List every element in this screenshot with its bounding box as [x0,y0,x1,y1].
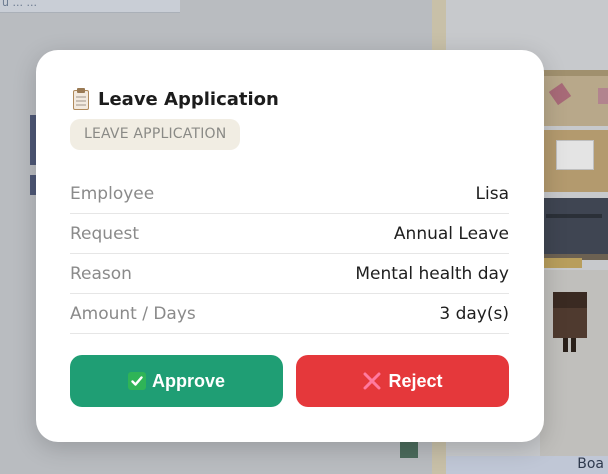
detail-label: Employee [70,183,155,204]
details-list: Employee Lisa Request Annual Leave Reaso… [70,174,509,334]
detail-label: Request [70,223,140,244]
game-scene: u ... ... Boa Leave Application LEAVE AP… [0,0,608,474]
background-character-body [553,308,587,338]
detail-row-amount: Amount / Days 3 day(s) [70,294,509,334]
check-box-icon [127,372,146,390]
detail-value: 3 day(s) [439,303,509,324]
detail-value: Mental health day [355,263,509,284]
background-character-head [553,292,587,308]
background-label [542,258,582,268]
reject-label: Reject [388,370,443,391]
background-bottom-bar: Boa [446,456,608,474]
background-top-text: u ... ... [2,0,37,9]
detail-row-employee: Employee Lisa [70,174,509,214]
modal-actions: Approve Reject [70,355,509,407]
background-monitor [540,198,608,260]
background-character-leg [563,338,568,352]
detail-label: Amount / Days [70,303,196,324]
modal-header: Leave Application [72,88,279,110]
detail-value: Lisa [475,183,509,204]
approve-button[interactable]: Approve [70,355,283,407]
background-bottom-text: Boa [577,456,604,472]
reject-button[interactable]: Reject [296,355,509,407]
x-icon [362,371,382,391]
background-paper [556,140,594,170]
background-item [598,88,608,104]
detail-row-reason: Reason Mental health day [70,254,509,294]
leave-application-modal: Leave Application LEAVE APPLICATION Empl… [36,50,544,442]
background-character-leg [571,338,576,352]
detail-value: Annual Leave [393,223,509,244]
modal-title: Leave Application [98,88,279,110]
request-type-badge: LEAVE APPLICATION [70,119,241,150]
detail-label: Reason [70,263,132,284]
background-monitor-line [546,214,602,218]
background-top-bar: u ... ... [0,0,180,13]
approve-label: Approve [151,370,225,391]
detail-row-request: Request Annual Leave [70,214,509,254]
clipboard-icon [72,88,90,110]
